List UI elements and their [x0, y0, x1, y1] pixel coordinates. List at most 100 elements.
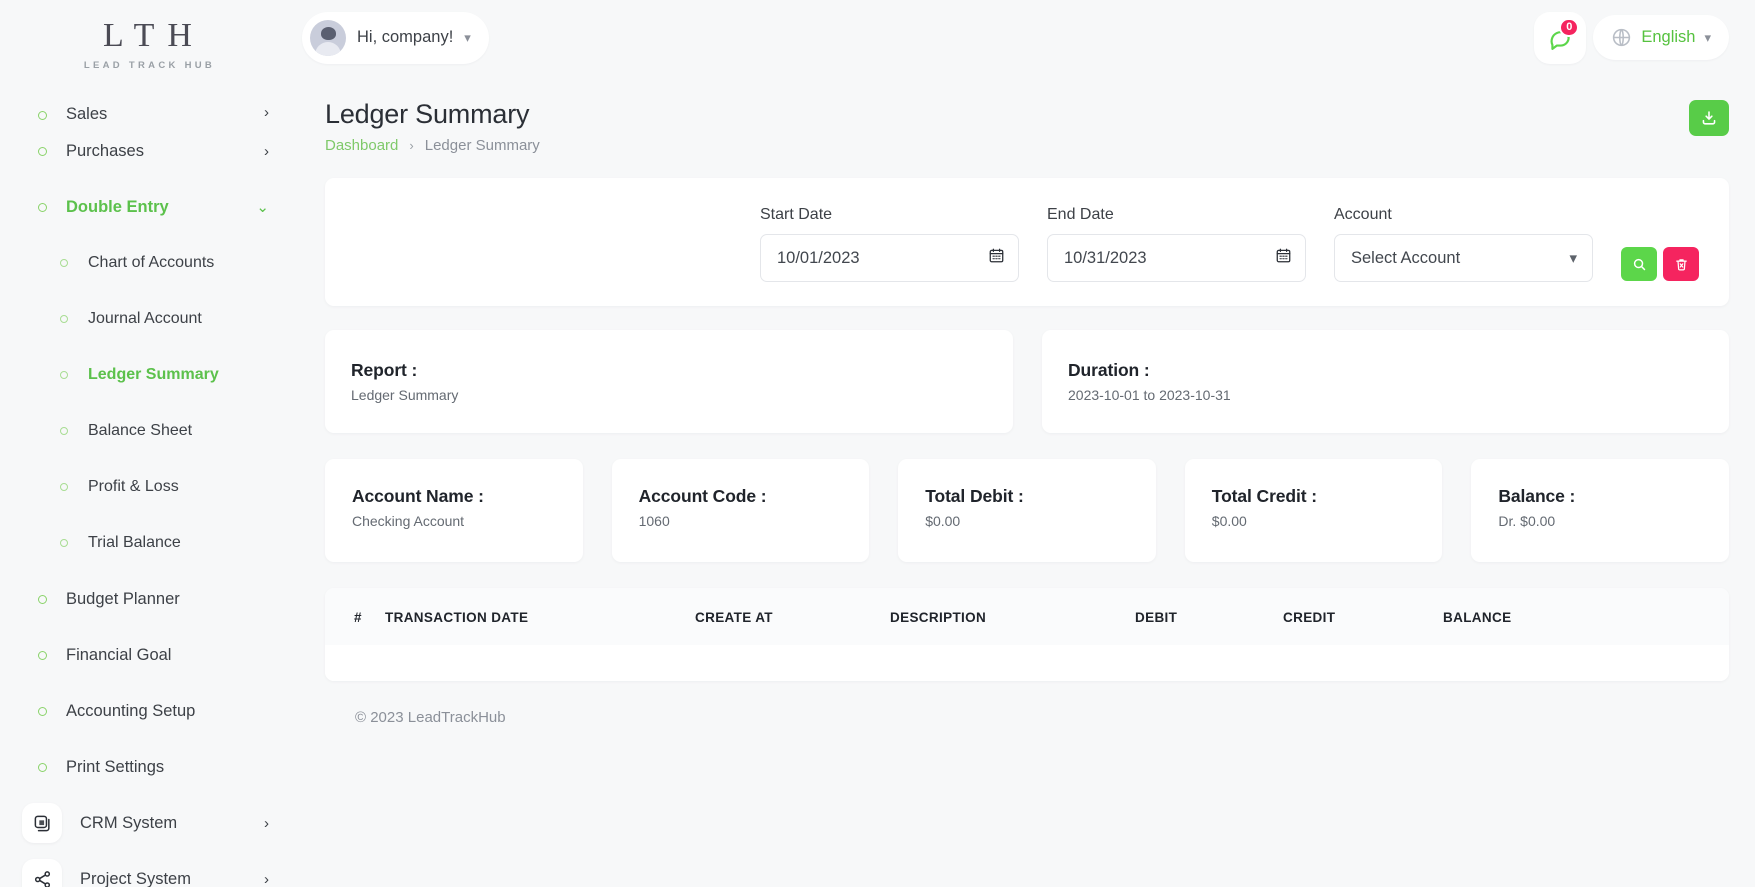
- bullet-icon: [60, 315, 68, 323]
- sidebar-item-double-entry[interactable]: Double Entry ⌄: [0, 179, 295, 235]
- bullet-icon: [38, 762, 47, 772]
- stat-value: Dr. $0.00: [1498, 513, 1556, 529]
- sidebar-item-trial-balance[interactable]: Trial Balance: [0, 515, 295, 571]
- transactions-table: # TRANSACTION DATE CREATE AT DESCRIPTION…: [325, 588, 1729, 681]
- download-button[interactable]: [1689, 100, 1729, 136]
- column-header-index[interactable]: #: [325, 588, 385, 645]
- table-head: # TRANSACTION DATE CREATE AT DESCRIPTION…: [325, 588, 1729, 645]
- sidebar-item-profit-and-loss[interactable]: Profit & Loss: [0, 459, 295, 515]
- stat-card-balance: Balance : Dr. $0.00: [1471, 459, 1729, 562]
- stat-label: Total Debit :: [925, 486, 1024, 506]
- sidebar-item-label: Purchases: [66, 141, 144, 160]
- stat-card-total-credit: Total Credit : $0.00: [1184, 459, 1443, 562]
- filter-panel: Start Date End Date: [325, 178, 1729, 306]
- sidebar-item-label: Print Settings: [66, 757, 165, 776]
- column-header-create-at[interactable]: CREATE AT: [695, 588, 890, 645]
- stat-value: $0.00: [925, 513, 961, 529]
- project-share-icon: [22, 859, 62, 887]
- start-date-input[interactable]: [760, 234, 1019, 282]
- column-header-transaction-date[interactable]: TRANSACTION DATE: [385, 588, 695, 645]
- start-date-field: Start Date: [760, 206, 1019, 282]
- chevron-down-icon: ▾: [464, 29, 471, 45]
- sidebar-item-label: CRM System: [80, 813, 178, 832]
- search-button[interactable]: [1621, 247, 1657, 281]
- chevron-right-icon: ›: [264, 814, 269, 832]
- sidebar-item-ledger-summary[interactable]: Ledger Summary: [0, 347, 295, 403]
- sidebar: LTH LEAD TRACK HUB Sales › Purchases › D…: [0, 0, 295, 887]
- language-selector[interactable]: English ▾: [1593, 15, 1729, 60]
- stat-value: Checking Account: [352, 513, 465, 529]
- duration-label: Duration :: [1068, 360, 1150, 380]
- breadcrumb-dashboard-link[interactable]: Dashboard: [325, 137, 398, 154]
- breadcrumb-current: Ledger Summary: [424, 137, 540, 154]
- content-area: Start Date End Date: [295, 178, 1755, 726]
- stats-row: Account Name : Checking Account Account …: [325, 459, 1729, 562]
- bullet-icon: [60, 539, 68, 547]
- stat-card-account-name: Account Name : Checking Account: [325, 459, 583, 562]
- sidebar-item-journal-account[interactable]: Journal Account: [0, 291, 295, 347]
- sidebar-item-label: Financial Goal: [66, 645, 172, 664]
- sidebar-item-label: Sales: [66, 105, 108, 123]
- duration-value: 2023-10-01 to 2023-10-31: [1068, 387, 1231, 403]
- search-icon: [1633, 258, 1645, 270]
- sidebar-item-label: Profit & Loss: [88, 478, 179, 495]
- sidebar-item-label: Balance Sheet: [88, 422, 193, 439]
- stat-label: Total Credit :: [1211, 486, 1317, 506]
- column-header-description[interactable]: DESCRIPTION: [890, 588, 1135, 645]
- sidebar-item-print-settings[interactable]: Print Settings: [0, 739, 295, 795]
- report-label: Report :: [351, 360, 418, 380]
- sidebar-item-budget-planner[interactable]: Budget Planner: [0, 571, 295, 627]
- sidebar-item-crm-system[interactable]: CRM System ›: [0, 795, 295, 851]
- chevron-right-icon: ›: [264, 870, 269, 887]
- brand-subtitle: LEAD TRACK HUB: [83, 60, 216, 71]
- app-root: LTH LEAD TRACK HUB Sales › Purchases › D…: [0, 0, 1755, 887]
- page-title: Ledger Summary: [325, 99, 530, 129]
- sidebar-item-project-system[interactable]: Project System ›: [0, 851, 295, 887]
- sidebar-item-label: Accounting Setup: [66, 701, 196, 720]
- sidebar-item-chart-of-accounts[interactable]: Chart of Accounts: [0, 235, 295, 291]
- user-greeting-label: Hi, company!: [357, 28, 454, 46]
- stat-card-total-debit: Total Debit : $0.00: [898, 459, 1156, 562]
- trash-icon: [1675, 258, 1687, 270]
- sidebar-item-financial-goal[interactable]: Financial Goal: [0, 627, 295, 683]
- table-body: [325, 645, 1729, 681]
- stat-label: Account Name :: [352, 486, 484, 506]
- column-header-credit[interactable]: CREDIT: [1283, 588, 1443, 645]
- globe-icon: [1613, 28, 1631, 47]
- table-header-row: # TRANSACTION DATE CREATE AT DESCRIPTION…: [325, 588, 1729, 645]
- crm-module-icon: [22, 803, 62, 843]
- breadcrumb-separator-icon: ›: [409, 138, 414, 153]
- user-menu-button[interactable]: Hi, company! ▾: [302, 11, 489, 64]
- start-date-input-wrap: [760, 234, 1019, 282]
- sidebar-item-balance-sheet[interactable]: Balance Sheet: [0, 403, 295, 459]
- end-date-label: End Date: [1047, 206, 1114, 223]
- column-header-balance[interactable]: BALANCE: [1443, 588, 1729, 645]
- chevron-right-icon: ›: [264, 142, 269, 160]
- end-date-input-wrap: [1047, 234, 1306, 282]
- column-header-debit[interactable]: DEBIT: [1135, 588, 1283, 645]
- avatar: [310, 19, 346, 56]
- bullet-icon: [60, 259, 68, 267]
- stat-label: Balance :: [1498, 486, 1576, 506]
- bullet-icon: [60, 371, 68, 379]
- bullet-icon: [60, 427, 68, 435]
- end-date-input[interactable]: [1047, 234, 1306, 282]
- report-card: Report : Ledger Summary: [325, 330, 1013, 433]
- stat-card-account-code: Account Code : 1060: [611, 459, 870, 562]
- report-summary-row: Report : Ledger Summary Duration : 2023-…: [325, 330, 1729, 433]
- language-label: English: [1641, 28, 1696, 46]
- sidebar-item-sales[interactable]: Sales ›: [0, 85, 295, 123]
- sidebar-item-accounting-setup[interactable]: Accounting Setup: [0, 683, 295, 739]
- account-select[interactable]: Select Account: [1334, 234, 1593, 282]
- sidebar-item-purchases[interactable]: Purchases ›: [0, 123, 295, 179]
- account-label: Account: [1334, 206, 1392, 223]
- brand-logo[interactable]: LTH LEAD TRACK HUB: [0, 0, 295, 71]
- sidebar-item-label: Journal Account: [88, 310, 202, 327]
- page-header: Ledger Summary Dashboard › Ledger Summar…: [295, 75, 1755, 154]
- sidebar-nav: Sales › Purchases › Double Entry ⌄ Chart…: [0, 85, 295, 887]
- clear-filter-button[interactable]: [1663, 247, 1699, 281]
- chat-button[interactable]: 0: [1534, 11, 1587, 64]
- ledger-table: # TRANSACTION DATE CREATE AT DESCRIPTION…: [325, 588, 1729, 681]
- page-header-text: Ledger Summary Dashboard › Ledger Summar…: [325, 97, 540, 154]
- bullet-icon: [60, 483, 68, 491]
